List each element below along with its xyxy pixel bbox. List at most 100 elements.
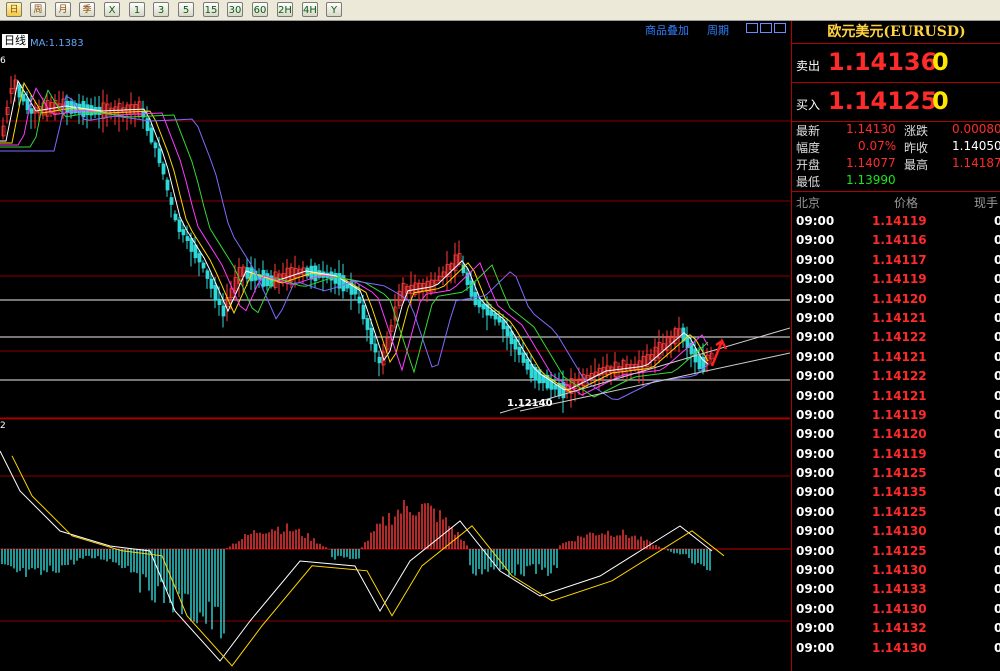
- candle-body: [185, 236, 190, 242]
- candle-body: [177, 219, 182, 232]
- period-button-月[interactable]: 月: [55, 2, 71, 17]
- tick-volume: 0: [994, 252, 1000, 267]
- period-button-周[interactable]: 周: [30, 2, 46, 17]
- candle-body: [513, 339, 518, 350]
- tick-time: 09:00: [796, 349, 835, 364]
- tick-volume: 0: [994, 640, 1000, 655]
- candle-body: [525, 358, 530, 370]
- open-label: 开盘: [796, 158, 821, 172]
- candle-body: [245, 267, 250, 279]
- tick-row: 09:00 1.14122 0: [792, 366, 1000, 385]
- tick-row: 09:00 1.14125 0: [792, 502, 1000, 521]
- period-button-15[interactable]: 15: [203, 2, 219, 17]
- tick-time: 09:00: [796, 621, 835, 636]
- tick-price: 1.14120: [872, 291, 927, 306]
- period-button-季[interactable]: 季: [79, 2, 95, 17]
- cycle-link[interactable]: 周期: [707, 22, 729, 37]
- tick-time: 09:00: [796, 214, 835, 228]
- period-button-1[interactable]: 1: [129, 2, 145, 17]
- tick-price: 1.14135: [872, 485, 927, 500]
- kline-chart-canvas[interactable]: [0, 21, 790, 671]
- tick-time: 09:00: [796, 640, 835, 655]
- tick-row: 09:00 1.14130 0: [792, 599, 1000, 618]
- tick-time: 09:00: [796, 582, 835, 597]
- tick-time: 09:00: [796, 446, 835, 461]
- tick-list[interactable]: 09:00 1.14119 0 09:00 1.14116 0 09:00 1.14117 0 0…: [792, 211, 1000, 657]
- tick-volume: 0: [994, 504, 1000, 519]
- period-button-30[interactable]: 30: [227, 2, 243, 17]
- tick-volume: 0: [994, 485, 1000, 500]
- ma-line-2: [0, 81, 709, 393]
- candle-body: [149, 127, 154, 143]
- add-product-link[interactable]: 商品叠加: [645, 22, 689, 37]
- tick-price: 1.14125: [872, 504, 927, 519]
- tick-row: 09:00 1.14119 0: [792, 405, 1000, 424]
- symbol-title: 欧元美元(EURUSD): [792, 21, 1000, 44]
- tick-row: 09:00 1.14135 0: [792, 482, 1000, 501]
- period-button-日[interactable]: 日: [6, 2, 22, 17]
- candle-body: [365, 318, 370, 330]
- tick-price: 1.14121: [872, 388, 927, 403]
- sell-quote[interactable]: 卖出 1.14136 0: [792, 44, 1000, 83]
- tick-row: 09:00 1.14125 0: [792, 463, 1000, 482]
- tick-volume: 0: [994, 388, 1000, 403]
- tick-time: 09:00: [796, 272, 835, 287]
- tick-time: 09:00: [796, 543, 835, 558]
- tick-price: 1.14119: [872, 214, 927, 228]
- high-value: 1.14187: [952, 156, 1000, 170]
- period-toolbar: 日周月季 X 1 3 5 15 30 60 2H 4H Y: [0, 0, 1000, 21]
- tick-price: 1.14130: [872, 640, 927, 655]
- period-button-Y[interactable]: Y: [326, 2, 342, 17]
- period-button-3[interactable]: 3: [153, 2, 169, 17]
- tick-price: 1.14130: [872, 563, 927, 578]
- low-label: 最低: [796, 175, 821, 189]
- close-button[interactable]: [774, 23, 786, 33]
- tick-row: 09:00 1.14125 0: [792, 541, 1000, 560]
- candle-body: [209, 278, 214, 289]
- kline-chart[interactable]: [0, 21, 790, 671]
- candle-body: [213, 284, 218, 301]
- period-button-2H[interactable]: 2H: [277, 2, 293, 17]
- tick-volume: 0: [994, 446, 1000, 461]
- open-value: 1.14077: [846, 156, 896, 170]
- candle-body: [369, 327, 374, 345]
- shrink-button[interactable]: [746, 23, 758, 33]
- tick-volume: 0: [994, 543, 1000, 558]
- period-button-5[interactable]: 5: [178, 2, 194, 17]
- candle-body: [505, 325, 510, 337]
- tick-price: 1.14130: [872, 601, 927, 616]
- trend-arrow: [710, 337, 728, 367]
- candle-body: [161, 163, 166, 175]
- high-label: 最高: [904, 158, 929, 172]
- tick-volume: 0: [994, 601, 1000, 616]
- quote-panel: 欧元美元(EURUSD) 卖出 1.14136 0 买入 1.14125 0 最…: [791, 21, 1000, 671]
- tick-volume: 0: [994, 214, 1000, 228]
- tick-volume: 0: [994, 466, 1000, 481]
- expand-button[interactable]: [760, 23, 772, 33]
- sell-label: 卖出: [796, 59, 821, 73]
- candle-body: [481, 303, 486, 310]
- tick-time: 09:00: [796, 504, 835, 519]
- tick-time: 09:00: [796, 291, 835, 306]
- candle-body: [221, 305, 226, 317]
- header-time: 北京: [796, 196, 821, 210]
- candle-body: [201, 262, 206, 269]
- tick-price: 1.14130: [872, 524, 927, 539]
- candle-body: [173, 213, 178, 221]
- period-button-4H[interactable]: 4H: [302, 2, 318, 17]
- tick-volume: 0: [994, 330, 1000, 345]
- tick-time: 09:00: [796, 330, 835, 345]
- buy-quote[interactable]: 买入 1.14125 0: [792, 83, 1000, 122]
- tick-price: 1.14121: [872, 349, 927, 364]
- candle-body: [197, 253, 202, 263]
- tick-volume: 0: [994, 407, 1000, 422]
- period-button-60[interactable]: 60: [252, 2, 268, 17]
- candle-body: [265, 273, 270, 287]
- tick-volume: 0: [994, 427, 1000, 442]
- period-button-X[interactable]: X: [104, 2, 120, 17]
- latest-label: 最新: [796, 124, 821, 138]
- candle-body: [477, 299, 482, 308]
- tick-price: 1.14117: [872, 252, 927, 267]
- amplitude-value: 0.07%: [858, 139, 897, 153]
- tick-price: 1.14119: [872, 446, 927, 461]
